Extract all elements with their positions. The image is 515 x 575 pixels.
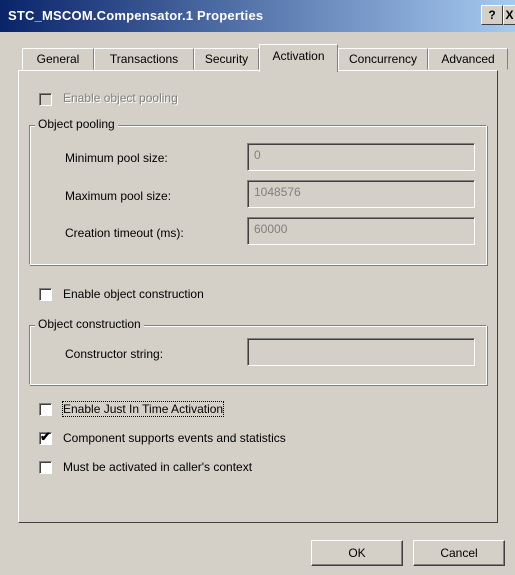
constructor-string-field[interactable] [247, 338, 475, 366]
max-pool-size-label: Maximum pool size: [65, 189, 172, 203]
window-title: STC_MSCOM.Compensator.1 Properties [8, 8, 264, 23]
creation-timeout-label: Creation timeout (ms): [65, 226, 184, 240]
close-button[interactable]: X [503, 5, 515, 25]
tab-general[interactable]: General [22, 48, 94, 70]
min-pool-size-field[interactable]: 0 [247, 143, 475, 171]
creation-timeout-field[interactable]: 60000 [247, 217, 475, 245]
ok-button[interactable]: OK [311, 540, 403, 566]
enable-pooling-checkbox[interactable] [39, 93, 52, 106]
cancel-button[interactable]: Cancel [413, 540, 505, 566]
jit-checkbox[interactable] [39, 403, 52, 416]
properties-dialog: STC_MSCOM.Compensator.1 Properties ? X G… [0, 0, 515, 575]
enable-construction-label: Enable object construction [63, 287, 204, 301]
checkmark-icon: ✔ [40, 429, 51, 444]
caller-context-label: Must be activated in caller's context [63, 460, 253, 474]
tab-advanced[interactable]: Advanced [428, 48, 508, 70]
object-construction-legend: Object construction [35, 317, 144, 331]
caller-context-checkbox[interactable] [39, 461, 52, 474]
max-pool-size-field[interactable]: 1048576 [247, 180, 475, 208]
tab-transactions[interactable]: Transactions [94, 48, 194, 70]
tab-activation[interactable]: Activation [259, 44, 338, 72]
enable-construction-checkbox[interactable] [39, 288, 52, 301]
activation-panel: Enable object pooling Object pooling Min… [18, 70, 498, 523]
title-bar[interactable]: STC_MSCOM.Compensator.1 Properties ? X [0, 0, 515, 32]
tab-concurrency[interactable]: Concurrency [338, 48, 428, 70]
events-label: Component supports events and statistics [63, 431, 286, 445]
jit-label: Enable Just In Time Activation [61, 401, 225, 417]
object-pooling-legend: Object pooling [35, 117, 118, 131]
enable-pooling-label: Enable object pooling [63, 91, 178, 105]
help-button[interactable]: ? [481, 5, 503, 25]
events-checkbox[interactable]: ✔ [39, 429, 52, 445]
constructor-string-label: Constructor string: [65, 347, 164, 361]
min-pool-size-label: Minimum pool size: [65, 151, 168, 165]
tab-security[interactable]: Security [194, 48, 259, 70]
